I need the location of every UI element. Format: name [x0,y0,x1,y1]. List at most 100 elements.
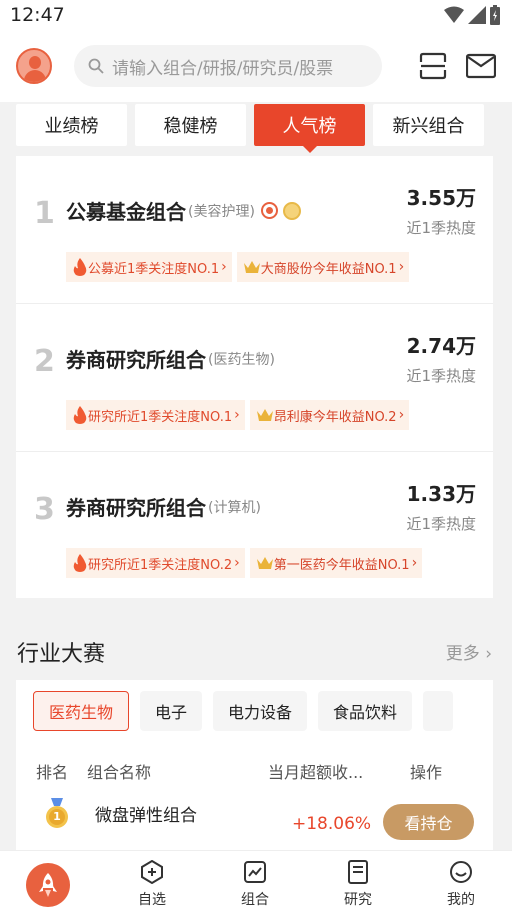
scan-button[interactable] [418,51,448,81]
nav-research[interactable]: 研究 [328,859,388,909]
chevron-right-icon: › [221,259,227,275]
top-bar: 请输入组合/研报/研究员/股票 [0,30,512,102]
scan-icon [419,52,447,80]
crown-icon [243,261,260,273]
industry-tab-next[interactable] [423,691,454,731]
tab-stable[interactable]: 稳健榜 [135,104,246,146]
nav-portfolio[interactable]: 组合 [225,859,285,909]
attention-badge[interactable]: 研究所近1季关注度NO.1 › [66,400,245,430]
heat-label: 近1季热度 [406,219,476,237]
tab-performance[interactable]: 业绩榜 [16,104,127,146]
tab-popular[interactable]: 人气榜 [254,104,365,153]
document-icon [348,860,368,884]
chevron-right-icon: › [234,407,240,423]
wifi-icon [444,6,464,23]
coin-icon [282,201,301,220]
industry-tab-pharma[interactable]: 医药生物 [33,691,130,731]
attention-badge-text: 公募近1季关注度NO.1 [88,261,220,277]
return-badge[interactable]: 第一医药今年收益NO.1 › [249,548,423,578]
nav-research-label: 研究 [344,892,372,908]
portfolio-industry-tag: (计算机) [208,499,261,516]
search-input[interactable]: 请输入组合/研报/研究员/股票 [74,45,382,87]
attention-badge-text: 研究所近1季关注度NO.1 [88,409,233,425]
medal-rank: 1 [53,810,61,823]
return-badge[interactable]: 大商股份今年收益NO.1 › [236,252,410,282]
fire-icon [73,258,87,276]
ranking-list: 1 公募基金组合 (美容护理) 3.55万 近1季热度 公募近1季关注度NO.1… [16,156,493,598]
badge-row: 研究所近1季关注度NO.2 › 第一医药今年收益NO.1 › [66,548,423,578]
heat-value: 1.33万 [406,482,476,506]
mail-icon [466,53,496,79]
header-return: 当月超额收... [268,763,364,782]
badge-row: 研究所近1季关注度NO.1 › 昂利康今年收益NO.2 › [66,400,410,430]
portfolio-name: 券商研究所组合 (医药生物) [66,344,275,373]
portfolio-title: 券商研究所组合 [66,496,206,520]
status-icons [444,5,500,25]
rocket-icon [39,873,57,897]
chevron-right-icon: › [411,555,418,571]
return-badge-text: 第一医药今年收益NO.1 [273,557,410,573]
attention-badge[interactable]: 公募近1季关注度NO.1 › [66,252,232,282]
chevron-right-icon: › [485,644,492,664]
attention-badge[interactable]: 研究所近1季关注度NO.2 › [66,548,245,578]
nav-profile-label: 我的 [447,892,475,908]
more-link-label: 更多 [445,644,480,664]
industry-tab-electronics[interactable]: 电子 [140,691,203,731]
industry-section-title: 行业大赛 [17,642,106,667]
heat-value: 2.74万 [406,334,476,358]
signal-icon [468,6,486,24]
bottom-nav: 自选 组合 研究 我的 [0,850,512,912]
nav-watchlist-label: 自选 [138,892,166,908]
search-placeholder: 请输入组合/研报/研究员/股票 [112,58,334,79]
table-row[interactable]: 1 微盘弹性组合 +18.06% 看持仓 [16,795,493,855]
crown-icon [256,409,273,421]
return-badge-text: 昂利康今年收益NO.2 [273,409,397,425]
ranking-item[interactable]: 1 公募基金组合 (美容护理) 3.55万 近1季热度 公募近1季关注度NO.1… [16,156,493,304]
portfolio-title: 券商研究所组合 [66,348,206,372]
status-time: 12:47 [10,4,65,26]
header-rank: 排名 [36,763,69,782]
mail-button[interactable] [466,51,496,81]
ranking-item[interactable]: 2 券商研究所组合 (医药生物) 2.74万 近1季热度 研究所近1季关注度NO… [16,304,493,452]
heat-label: 近1季热度 [406,515,476,533]
industry-tab-power-equipment[interactable]: 电力设备 [213,691,308,731]
more-link[interactable]: 更多 › [446,639,492,664]
fire-icon [73,406,87,424]
portfolio-name: 公募基金组合 (美容护理) [66,196,301,225]
status-bar: 12:47 [0,0,512,30]
rank-number: 2 [34,344,55,379]
portfolio-name: 券商研究所组合 (计算机) [66,492,261,521]
header-name: 组合名称 [87,763,152,782]
nav-watchlist[interactable]: 自选 [122,859,182,909]
view-holdings-button[interactable]: 看持仓 [383,804,474,840]
badge-row: 公募近1季关注度NO.1 › 大商股份今年收益NO.1 › [66,252,410,282]
rank-number: 1 [34,196,55,231]
portfolio-industry-tag: (医药生物) [208,351,275,368]
nav-portfolio-label: 组合 [241,892,269,908]
chevron-right-icon: › [234,555,240,571]
industry-tabs: 医药生物 电子 电力设备 食品饮料 [33,691,454,731]
excess-return: +18.06% [292,814,372,834]
industry-tab-food-beverage[interactable]: 食品饮料 [318,691,413,731]
ranking-item[interactable]: 3 券商研究所组合 (计算机) 1.33万 近1季热度 研究所近1季关注度NO.… [16,452,493,598]
portfolio-industry-tag: (美容护理) [188,203,255,220]
attention-badge-text: 研究所近1季关注度NO.2 [88,557,233,573]
tab-emerging[interactable]: 新兴组合 [373,104,484,146]
rocket-home-button[interactable] [26,863,70,907]
search-icon [88,58,104,74]
portfolio-title: 公募基金组合 [66,200,186,224]
return-badge[interactable]: 昂利康今年收益NO.2 › [249,400,410,430]
return-badge-text: 大商股份今年收益NO.1 [260,261,397,277]
avatar[interactable] [16,48,52,84]
fire-icon [73,554,87,572]
smile-icon [450,861,472,883]
battery-icon [490,5,500,25]
nav-profile[interactable]: 我的 [431,859,491,909]
add-watchlist-icon [141,860,163,884]
heat-label: 近1季热度 [406,367,476,385]
gold-medal-icon: 1 [44,798,70,834]
crown-icon [256,557,273,569]
chevron-right-icon: › [398,259,405,275]
watch-icon [260,202,278,219]
chart-icon [244,861,266,883]
